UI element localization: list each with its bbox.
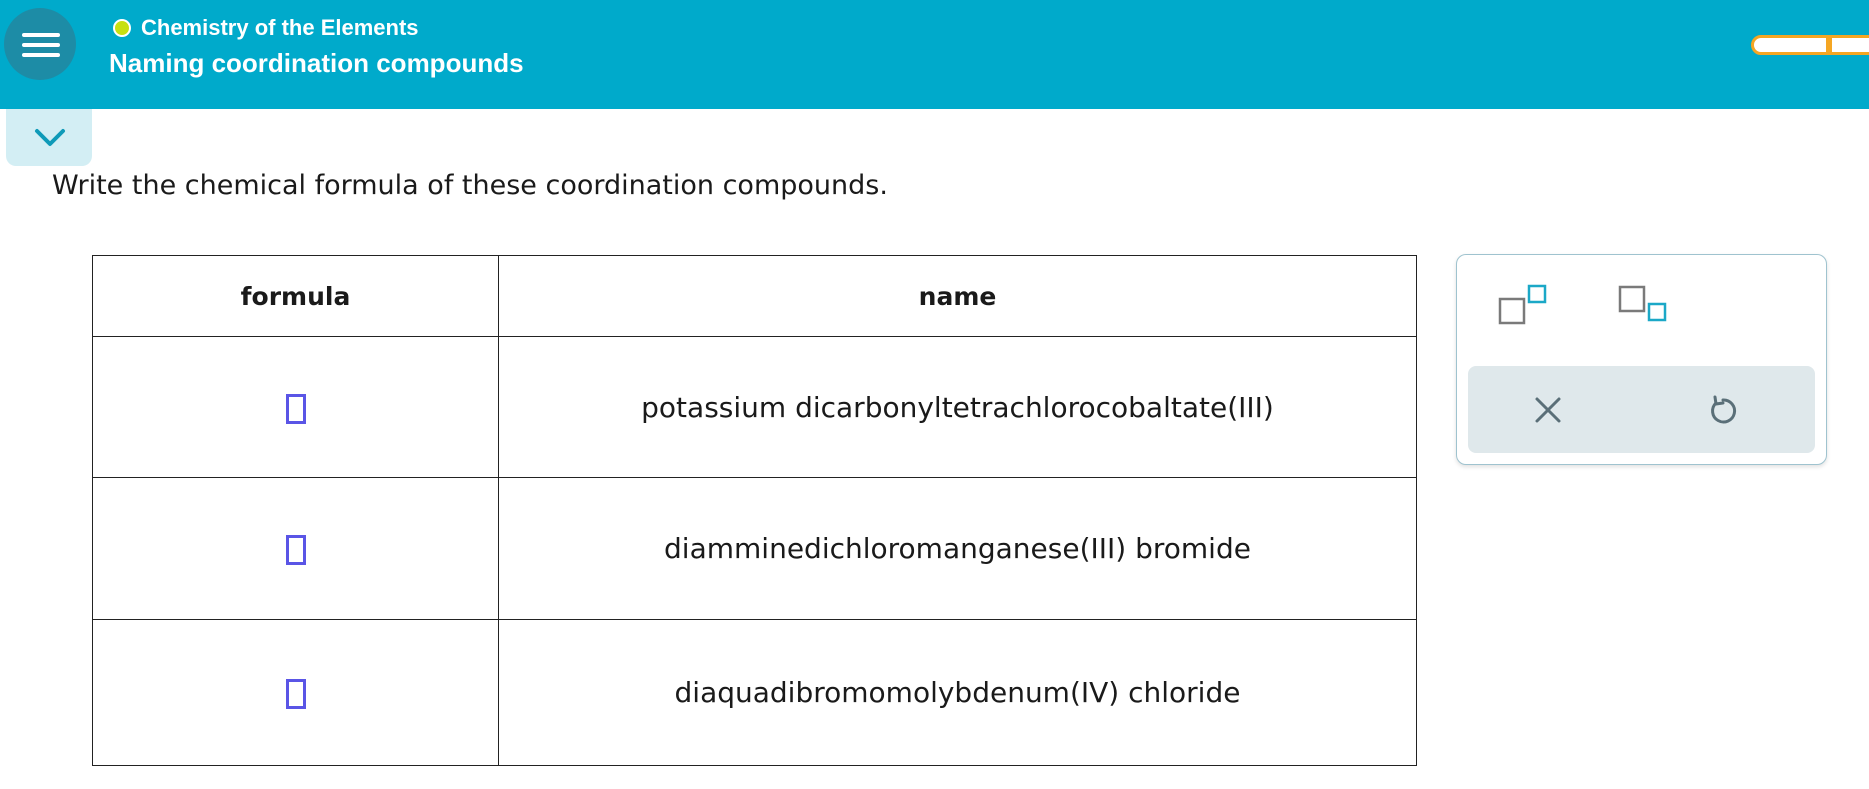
top-bar: Chemistry of the Elements Naming coordin… — [0, 0, 1869, 109]
table-row: diaquadibromomolybdenum(IV) chloride — [92, 619, 1417, 766]
column-header-formula: formula — [92, 255, 499, 337]
superscript-button[interactable] — [1497, 283, 1553, 333]
tool-actions-bar — [1468, 366, 1815, 453]
formula-answer-input[interactable] — [285, 679, 306, 709]
close-icon — [1535, 397, 1561, 423]
hamburger-icon-bar — [22, 43, 60, 47]
subscript-button[interactable] — [1617, 283, 1673, 333]
question-instruction: Write the chemical formula of these coor… — [52, 170, 888, 201]
table-row: diamminedichloromanganese(III) bromide — [92, 477, 1417, 620]
compound-name: diamminedichloromanganese(III) bromide — [498, 477, 1417, 620]
hamburger-icon — [22, 33, 60, 37]
formula-cell — [92, 477, 499, 620]
subject-line: Chemistry of the Elements — [113, 14, 419, 42]
menu-button[interactable] — [4, 8, 76, 80]
undo-icon — [1711, 395, 1737, 424]
formula-cell — [92, 619, 499, 766]
formula-answer-input[interactable] — [285, 535, 306, 565]
collapse-toggle-button[interactable] — [6, 109, 92, 166]
math-tool-panel — [1456, 254, 1827, 465]
status-dot-icon — [113, 19, 131, 37]
column-header-name: name — [498, 255, 1417, 337]
table-row: potassium dicarbonyltetrachlorocobaltate… — [92, 336, 1417, 478]
subject-title: Chemistry of the Elements — [141, 15, 419, 40]
progress-marker — [1826, 35, 1832, 55]
table-header-row: formula name — [92, 255, 1417, 337]
compound-name: potassium dicarbonyltetrachlorocobaltate… — [498, 336, 1417, 478]
superscript-icon — [1498, 284, 1547, 325]
progress-bar — [1751, 35, 1869, 55]
hamburger-icon-bar — [22, 53, 60, 57]
clear-button[interactable] — [1528, 390, 1568, 430]
formula-answer-input[interactable] — [285, 393, 306, 424]
subscript-icon — [1618, 285, 1667, 322]
chevron-down-icon — [35, 129, 65, 146]
formula-cell — [92, 336, 499, 478]
topic-title: Naming coordination compounds — [109, 48, 524, 78]
compound-name: diaquadibromomolybdenum(IV) chloride — [498, 619, 1417, 766]
compounds-table: formula name potassium dicarbonyltetrach… — [92, 255, 1417, 766]
undo-button[interactable] — [1703, 390, 1743, 430]
